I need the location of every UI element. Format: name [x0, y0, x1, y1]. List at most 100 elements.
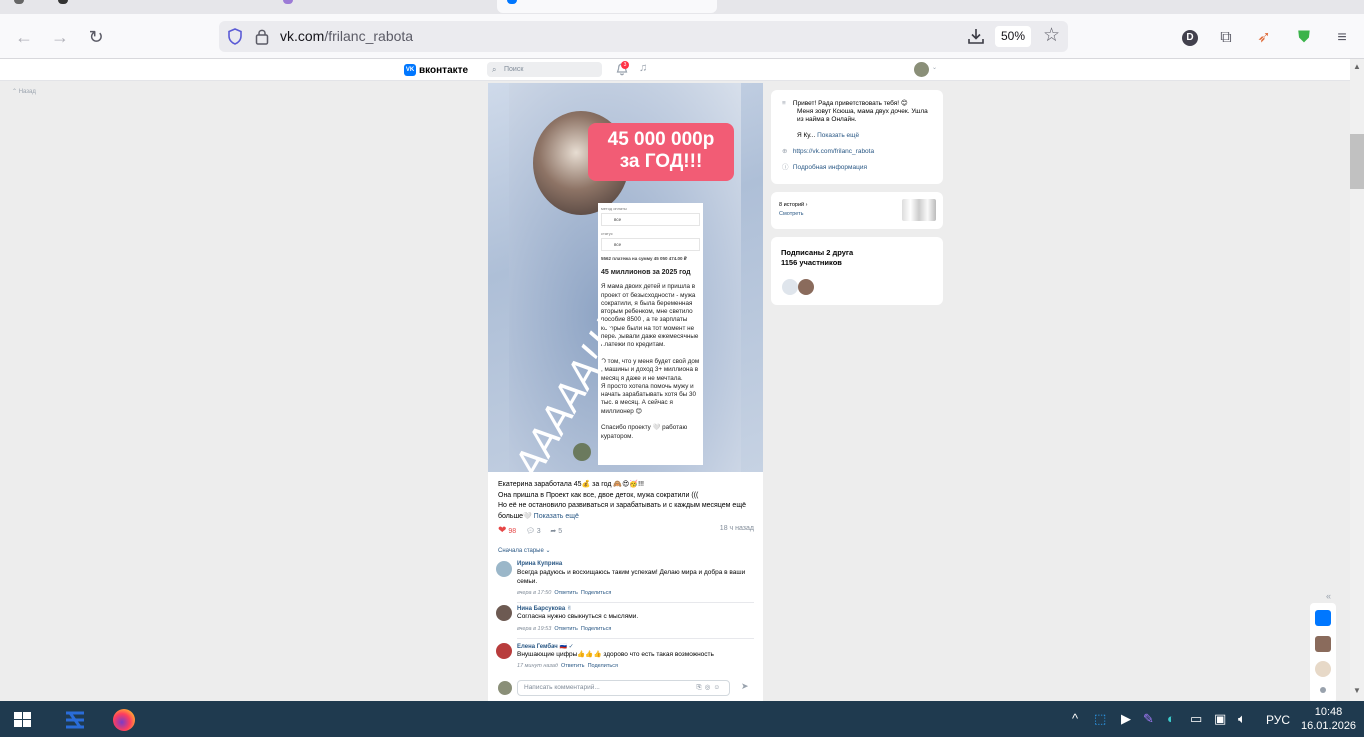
comment-button[interactable]: 💬︎ 3	[526, 528, 541, 535]
extensions-icon[interactable]: ⧉	[1216, 28, 1236, 48]
comment-author[interactable]: Елена Гембач 🇷🇺 ✓	[517, 643, 574, 650]
music-icon[interactable]: ♫	[639, 62, 647, 74]
user-avatar[interactable]	[914, 62, 929, 77]
avatar[interactable]	[798, 279, 814, 295]
scroll-down-icon[interactable]: ▼	[1353, 686, 1361, 695]
reply-link[interactable]: Ответить	[554, 626, 578, 632]
menu-icon[interactable]: ≡	[1332, 28, 1352, 48]
post-time[interactable]: 18 ч назад	[720, 525, 754, 532]
members-count: 1156 участников	[781, 258, 842, 267]
firefox-app-icon[interactable]	[113, 709, 135, 731]
chat-avatar[interactable]	[1315, 661, 1331, 677]
lock-icon[interactable]	[255, 28, 269, 45]
reply-link[interactable]: Ответить	[554, 590, 578, 596]
language-indicator[interactable]: РУС	[1266, 713, 1290, 727]
collapse-icon[interactable]: «	[1326, 591, 1331, 601]
avatar[interactable]	[782, 279, 798, 295]
chat-avatar[interactable]	[1315, 636, 1331, 652]
globe-icon: ⊕	[782, 148, 788, 155]
friends-count: Подписаны 2 друга	[781, 248, 854, 257]
edge-tray-icon[interactable]: ◐	[1167, 712, 1175, 726]
vk-logo[interactable]: VK вконтакте	[404, 64, 468, 76]
share-button[interactable]: ➦ 5	[550, 528, 562, 535]
stories-watch[interactable]: Смотреть	[779, 211, 804, 217]
info-icon: ⓘ	[782, 164, 789, 171]
chat-dot-icon[interactable]	[1320, 687, 1326, 693]
share-link[interactable]: Поделиться	[588, 663, 618, 669]
avatar	[498, 681, 512, 695]
comment-sort[interactable]: Сначала старые ⌄	[498, 547, 551, 554]
avatar[interactable]	[496, 561, 512, 577]
address-bar[interactable]: vk.com/frilanc_rabota 50% ☆	[219, 21, 1068, 52]
tab-icon[interactable]	[283, 0, 293, 4]
notifications-badge: 3	[621, 61, 629, 69]
send-icon[interactable]: ➤	[741, 681, 749, 692]
comment-text: Согласна нужно свыкнуться с мыслями.	[517, 613, 639, 620]
system-clock[interactable]: 10:48 16.01.2026	[1301, 705, 1356, 733]
profile-avatar[interactable]: D	[1182, 30, 1198, 46]
back-icon[interactable]: ←	[11, 24, 37, 50]
comment-author[interactable]: Нина Барсукова ✌	[517, 605, 572, 612]
post-image[interactable]: 45 000 000р за ГОД!!! метод оплаты все с…	[488, 83, 763, 472]
vk-messenger-icon[interactable]	[1315, 610, 1331, 626]
tray-expand-icon[interactable]: ^	[1072, 712, 1078, 726]
scroll-up-icon[interactable]: ▲	[1353, 62, 1361, 71]
download-icon[interactable]	[967, 27, 985, 45]
volume-icon[interactable]: 🔈︎	[1238, 712, 1246, 726]
text-lines-icon: ≡	[782, 100, 786, 107]
details-link[interactable]: ⓘ Подробная информация	[782, 164, 867, 172]
comment-input[interactable]: Написать комментарий... ⎘◎☺	[517, 680, 730, 696]
subscribers-card[interactable]: Подписаны 2 друга 1156 участников	[771, 237, 943, 305]
screenshot-tool-icon[interactable]: ⬚	[1094, 712, 1106, 726]
community-link[interactable]: ⊕ https://vk.com/frilanc_rabota	[782, 148, 874, 156]
reload-icon[interactable]: ↻	[83, 24, 109, 50]
forward-icon[interactable]: →	[47, 24, 73, 50]
vk-tab-icon	[507, 0, 517, 4]
stories-thumbnail[interactable]	[902, 199, 936, 221]
scrollbar-thumb[interactable]	[1350, 134, 1364, 189]
search-placeholder: Поиск	[504, 66, 524, 73]
comment-meta: 17 минут назад Ответить Поделиться	[517, 663, 618, 669]
show-more-link[interactable]: Показать ещё	[817, 132, 859, 139]
battery-icon[interactable]: ▭	[1190, 712, 1202, 726]
heart-icon: ❤	[498, 525, 507, 536]
share-link[interactable]: Поделиться	[581, 590, 611, 596]
stories-card[interactable]: 8 историй › Смотреть	[771, 192, 943, 229]
windows-taskbar: ^ ⬚ ▶ ✎ ◐ ▭ ▣ 🔈︎ РУС 10:48 16.01.2026	[0, 701, 1364, 737]
network-icon[interactable]: ▣	[1214, 712, 1226, 726]
comment-text: Всегда радуюсь и восхищаюсь таким успеха…	[517, 569, 746, 585]
attach-icons[interactable]: ⎘◎☺	[696, 681, 723, 695]
notifications-icon[interactable]: 3	[616, 61, 629, 76]
windows-start-icon[interactable]	[14, 712, 31, 727]
back-link[interactable]: ⌃ Назад	[12, 88, 36, 95]
tracking-shield-icon[interactable]	[227, 28, 243, 45]
show-more-link[interactable]: Показать ещё	[534, 513, 579, 520]
share-link[interactable]: Поделиться	[581, 626, 611, 632]
stories-title: 8 историй ›	[779, 202, 808, 208]
promo-banner: 45 000 000р за ГОД!!!	[588, 123, 734, 181]
like-button[interactable]: ❤ 98	[498, 525, 516, 536]
avatar[interactable]	[496, 605, 512, 621]
comment-author[interactable]: Ирина Куприна	[517, 561, 562, 567]
chevron-down-icon[interactable]: ⌄	[932, 64, 937, 71]
rocket-extension-icon[interactable]: ➶	[1254, 28, 1274, 48]
divider	[517, 638, 754, 639]
zoom-indicator[interactable]: 50%	[995, 26, 1031, 47]
tab-icon[interactable]	[58, 0, 68, 4]
comment-meta: вчера в 17:50 Ответить Поделиться	[517, 590, 612, 596]
share-icon: ➦	[550, 528, 557, 535]
shield-extension-icon[interactable]: ⛊	[1294, 28, 1314, 48]
avatar[interactable]	[496, 643, 512, 659]
pen-tray-icon[interactable]: ✎	[1143, 712, 1154, 726]
vk-logo-text: вконтакте	[419, 64, 469, 76]
page-scrollbar[interactable]: ▲ ▼	[1350, 59, 1364, 701]
active-tab[interactable]	[497, 0, 717, 13]
vk-search-input[interactable]: ⌕ Поиск	[487, 62, 602, 77]
bitwarden-app-icon[interactable]	[64, 709, 86, 731]
bookmark-star-icon[interactable]: ☆	[1043, 26, 1060, 46]
reply-link[interactable]: Ответить	[561, 663, 585, 669]
tab-icon[interactable]	[14, 0, 24, 4]
vk-side-panel	[1310, 603, 1336, 703]
community-about: ≡ Привет! Рада приветствовать тебя! 😊 Ме…	[771, 90, 943, 184]
url-text[interactable]: vk.com/frilanc_rabota	[280, 28, 413, 44]
